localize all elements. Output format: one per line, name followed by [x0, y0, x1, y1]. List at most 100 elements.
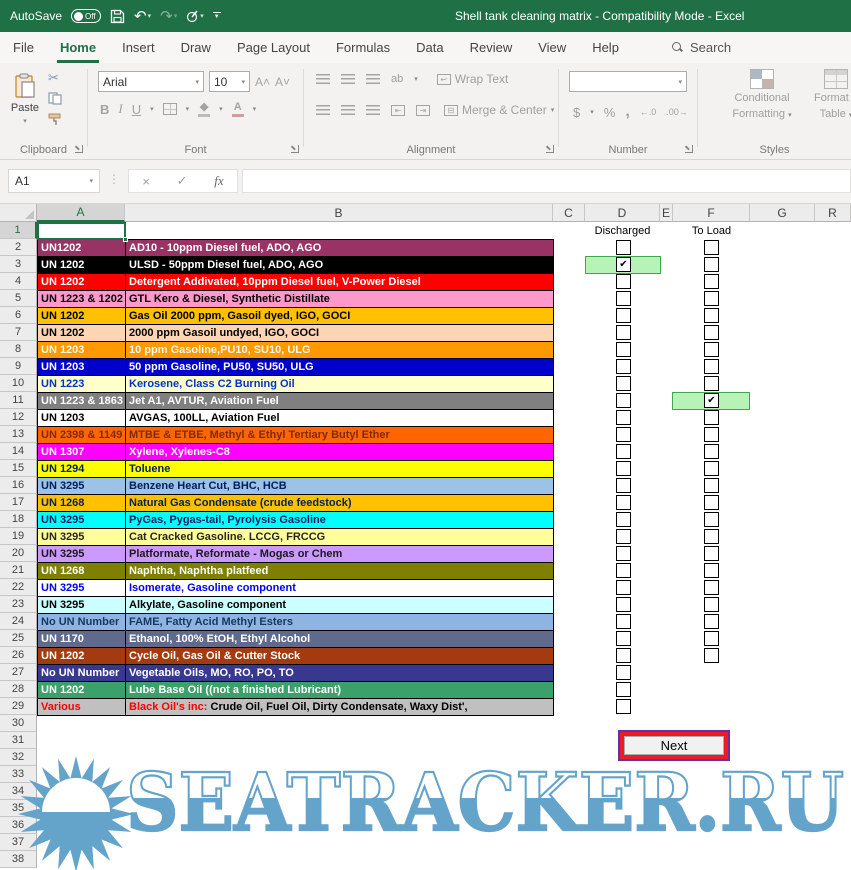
to-load-checkbox-row-6[interactable] — [704, 308, 719, 323]
paste-button[interactable]: Paste ▾ — [6, 69, 44, 145]
percent-format-icon[interactable]: % — [604, 105, 616, 120]
discharged-checkbox-row-28[interactable] — [616, 682, 631, 697]
shrink-font-icon[interactable]: A˅ — [275, 75, 290, 89]
discharged-checkbox-row-3[interactable]: ✔ — [616, 257, 631, 272]
discharged-checkbox-row-5[interactable] — [616, 291, 631, 306]
row-header-2[interactable]: 2 — [0, 239, 37, 256]
un-number-cell-row-18[interactable]: UN 3295 — [37, 511, 126, 529]
alignment-dialog-launcher[interactable] — [546, 145, 554, 153]
merge-center-button[interactable]: ⊟ Merge & Center▾ — [444, 103, 554, 117]
font-dialog-launcher[interactable] — [291, 145, 299, 153]
column-header-C[interactable]: C — [553, 204, 585, 222]
un-number-cell-row-19[interactable]: UN 3295 — [37, 528, 126, 546]
description-cell-row-24[interactable]: FAME, Fatty Acid Methyl Esters — [125, 613, 554, 631]
description-cell-row-10[interactable]: Kerosene, Class C2 Burning Oil — [125, 375, 554, 393]
un-number-cell-row-15[interactable]: UN 1294 — [37, 460, 126, 478]
align-center-icon[interactable] — [341, 105, 355, 116]
discharged-checkbox-row-12[interactable] — [616, 410, 631, 425]
tab-review[interactable]: Review — [457, 32, 526, 63]
align-middle-icon[interactable] — [341, 74, 355, 85]
bold-button[interactable]: B — [100, 102, 109, 117]
redo-button[interactable]: ↷▾ — [160, 9, 177, 24]
to-load-checkbox-row-12[interactable] — [704, 410, 719, 425]
row-header-12[interactable]: 12 — [0, 409, 37, 426]
row-header-7[interactable]: 7 — [0, 324, 37, 341]
un-number-cell-row-6[interactable]: UN 1202 — [37, 307, 126, 325]
un-number-cell-row-28[interactable]: UN 1202 — [37, 681, 126, 699]
to-load-checkbox-row-3[interactable] — [704, 257, 719, 272]
row-header-27[interactable]: 27 — [0, 664, 37, 681]
un-number-cell-row-4[interactable]: UN 1202 — [37, 273, 126, 291]
borders-icon[interactable] — [163, 103, 177, 115]
un-number-cell-row-11[interactable]: UN 1223 & 1863 — [37, 392, 126, 410]
to-load-checkbox-row-4[interactable] — [704, 274, 719, 289]
comma-format-icon[interactable]: , — [625, 103, 629, 121]
description-cell-row-9[interactable]: 50 ppm Gasoline, PU50, SU50, ULG — [125, 358, 554, 376]
undo-button[interactable]: ↶▾ — [134, 9, 151, 24]
discharged-checkbox-row-26[interactable] — [616, 648, 631, 663]
row-header-8[interactable]: 8 — [0, 341, 37, 358]
discharged-checkbox-row-19[interactable] — [616, 529, 631, 544]
to-load-checkbox-row-11[interactable]: ✔ — [704, 393, 719, 408]
discharged-checkbox-row-13[interactable] — [616, 427, 631, 442]
discharged-checkbox-row-17[interactable] — [616, 495, 631, 510]
format-painter-icon[interactable] — [48, 113, 62, 126]
discharged-checkbox-row-7[interactable] — [616, 325, 631, 340]
to-load-checkbox-row-9[interactable] — [704, 359, 719, 374]
description-cell-row-22[interactable]: Isomerate, Gasoline component — [125, 579, 554, 597]
customize-qat-button[interactable]: ▼ — [213, 12, 221, 20]
tab-file[interactable]: File — [0, 32, 47, 63]
description-cell-row-14[interactable]: Xylene, Xylenes-C8 — [125, 443, 554, 461]
column-header-G[interactable]: G — [750, 204, 815, 222]
tab-formulas[interactable]: Formulas — [323, 32, 403, 63]
discharged-checkbox-row-20[interactable] — [616, 546, 631, 561]
description-cell-row-23[interactable]: Alkylate, Gasoline component — [125, 596, 554, 614]
row-header-26[interactable]: 26 — [0, 647, 37, 664]
increase-indent-icon[interactable]: ⇥ — [416, 105, 430, 116]
touch-mode-icon[interactable]: ▾ — [186, 9, 204, 23]
description-cell-row-12[interactable]: AVGAS, 100LL, Aviation Fuel — [125, 409, 554, 427]
discharged-checkbox-row-9[interactable] — [616, 359, 631, 374]
to-load-checkbox-row-10[interactable] — [704, 376, 719, 391]
to-load-checkbox-row-14[interactable] — [704, 444, 719, 459]
tab-help[interactable]: Help — [579, 32, 632, 63]
description-cell-row-13[interactable]: MTBE & ETBE, Methyl & Ethyl Tertiary But… — [125, 426, 554, 444]
discharged-checkbox-row-21[interactable] — [616, 563, 631, 578]
to-load-checkbox-row-5[interactable] — [704, 291, 719, 306]
row-header-19[interactable]: 19 — [0, 528, 37, 545]
align-right-icon[interactable] — [366, 105, 380, 116]
row-header-5[interactable]: 5 — [0, 290, 37, 307]
discharged-checkbox-row-22[interactable] — [616, 580, 631, 595]
un-number-cell-row-2[interactable]: UN1202 — [37, 239, 126, 257]
discharged-checkbox-row-29[interactable] — [616, 699, 631, 714]
increase-decimal-icon[interactable]: ←.0 — [640, 107, 657, 117]
un-number-cell-row-13[interactable]: UN 2398 & 1149 — [37, 426, 126, 444]
description-cell-row-11[interactable]: Jet A1, AVTUR, Aviation Fuel — [125, 392, 554, 410]
to-load-checkbox-row-13[interactable] — [704, 427, 719, 442]
tab-view[interactable]: View — [525, 32, 579, 63]
column-header-D[interactable]: D — [585, 204, 660, 222]
column-header-A[interactable]: A — [37, 204, 125, 222]
italic-button[interactable]: I — [118, 101, 122, 117]
next-button[interactable]: Next — [618, 730, 730, 761]
tab-draw[interactable]: Draw — [168, 32, 224, 63]
discharged-checkbox-row-15[interactable] — [616, 461, 631, 476]
tab-data[interactable]: Data — [403, 32, 456, 63]
row-header-21[interactable]: 21 — [0, 562, 37, 579]
un-number-cell-row-27[interactable]: No UN Number — [37, 664, 126, 682]
cancel-icon[interactable]: × — [142, 174, 150, 189]
font-size-combo[interactable]: 10▾ — [209, 71, 250, 92]
tab-insert[interactable]: Insert — [109, 32, 168, 63]
description-cell-row-2[interactable]: AD10 - 10ppm Diesel fuel, ADO, AGO — [125, 239, 554, 257]
number-format-combo[interactable]: ▾ — [569, 71, 687, 92]
un-number-cell-row-12[interactable]: UN 1203 — [37, 409, 126, 427]
to-load-checkbox-row-7[interactable] — [704, 325, 719, 340]
un-number-cell-row-25[interactable]: UN 1170 — [37, 630, 126, 648]
formula-input[interactable] — [242, 169, 851, 193]
description-cell-row-20[interactable]: Platformate, Reformate - Mogas or Chem — [125, 545, 554, 563]
to-load-checkbox-row-25[interactable] — [704, 631, 719, 646]
un-number-cell-row-16[interactable]: UN 3295 — [37, 477, 126, 495]
un-number-cell-row-8[interactable]: UN 1203 — [37, 341, 126, 359]
row-header-31[interactable]: 31 — [0, 732, 37, 749]
tab-page-layout[interactable]: Page Layout — [224, 32, 323, 63]
